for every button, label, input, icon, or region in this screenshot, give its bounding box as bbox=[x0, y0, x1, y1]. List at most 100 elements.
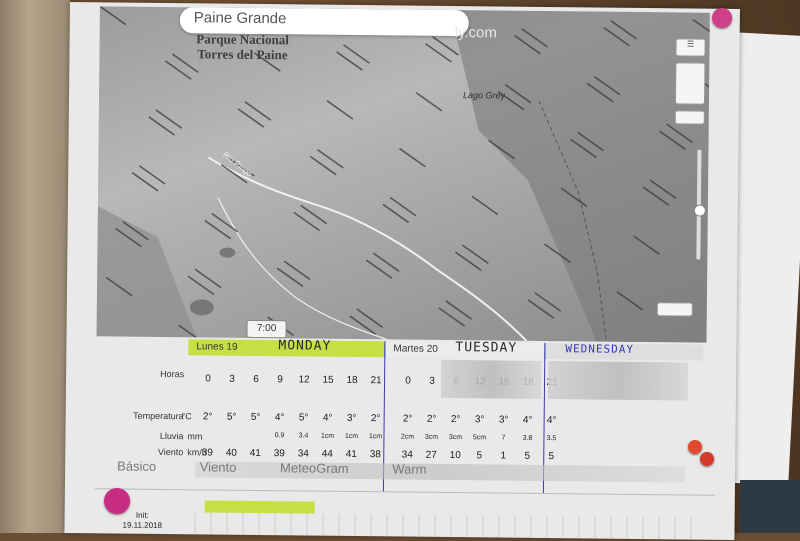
rain-cell: 3.5 bbox=[539, 435, 563, 442]
lake-label: Lago Grey bbox=[463, 90, 505, 100]
weather-map: Paine Grande ly.com Parque Nacional Torr… bbox=[97, 6, 710, 342]
grid-columns bbox=[194, 512, 694, 539]
wind-cell: 39 bbox=[267, 448, 291, 459]
layer-icon[interactable]: ☰ bbox=[675, 38, 705, 56]
hour-cell: 6 bbox=[244, 374, 268, 385]
meteogram-tab[interactable]: MeteoGram bbox=[280, 460, 349, 476]
init-date: 19.11.2018 bbox=[122, 521, 162, 531]
basic-tab[interactable]: Básico bbox=[117, 459, 156, 474]
push-pin-pink bbox=[712, 8, 732, 28]
wind-streak bbox=[327, 101, 353, 119]
wind-cell: 27 bbox=[419, 450, 443, 461]
highlight-band bbox=[205, 500, 315, 513]
dark-card bbox=[740, 480, 800, 533]
hours-label: Horas bbox=[96, 368, 184, 379]
wind-streak bbox=[100, 6, 126, 24]
wind-cell: 39 bbox=[195, 447, 219, 458]
park-label: Parque Nacional Torres del Paine bbox=[177, 31, 307, 62]
wind-cell: 5 bbox=[539, 451, 563, 462]
temperature-cell: 5° bbox=[220, 412, 244, 423]
site-brand: ly.com bbox=[455, 24, 497, 41]
day-label: Lunes 19 bbox=[196, 341, 237, 352]
wind-cell: 40 bbox=[219, 448, 243, 459]
push-pin-red bbox=[700, 452, 714, 466]
rain-cell: 3.8 bbox=[515, 435, 539, 442]
temperature-cell: 2° bbox=[420, 414, 444, 425]
wind-streak bbox=[472, 196, 498, 214]
wind-cell: 1 bbox=[491, 450, 515, 461]
rain-cell: 3.4 bbox=[291, 432, 315, 439]
temperature-cell: 5° bbox=[244, 412, 268, 423]
wind-streak bbox=[416, 93, 442, 111]
wind-cell: 41 bbox=[339, 449, 363, 460]
legend-button[interactable] bbox=[657, 302, 693, 316]
printed-forecast-sheet: Paine Grande ly.com Parque Nacional Torr… bbox=[64, 2, 740, 540]
day-label: Martes 20 bbox=[393, 343, 438, 354]
hour-cell: 0 bbox=[396, 375, 420, 386]
temperature-cell: 2° bbox=[364, 413, 388, 424]
temperature-cell: 3° bbox=[468, 414, 492, 425]
wind-tab[interactable]: Viento bbox=[200, 459, 237, 474]
hour-cell: 15 bbox=[316, 375, 340, 386]
wind-cell: 10 bbox=[443, 450, 467, 461]
rain-cell: 3cm bbox=[419, 434, 443, 441]
wind-cell: 5 bbox=[515, 451, 539, 462]
rain-cell: 1cm bbox=[315, 433, 339, 440]
blurred-weather-icons bbox=[441, 360, 541, 399]
hour-cell: 18 bbox=[340, 375, 364, 386]
rain-unit: mm bbox=[187, 431, 202, 441]
wind-cell: 34 bbox=[291, 448, 315, 459]
day-header-monday: Lunes 19 MONDAY bbox=[188, 339, 392, 357]
temperature-cell: 2° bbox=[444, 414, 468, 425]
rain-cell: 1cm bbox=[363, 433, 387, 440]
handwritten-note: WEDNESDAY bbox=[565, 341, 634, 358]
temperature-cell: 4° bbox=[540, 415, 564, 426]
rain-cell: 7 bbox=[491, 434, 515, 441]
push-pin-pink bbox=[104, 488, 130, 514]
rain-cell: 2cm bbox=[395, 433, 419, 440]
forecast-table: Lunes 19 MONDAY Martes 20 TUESDAY WEDNES… bbox=[94, 338, 716, 539]
init-info: Init: 19.11.2018 bbox=[122, 511, 162, 531]
wind-streak bbox=[399, 148, 425, 166]
hour-cell: 21 bbox=[364, 375, 388, 386]
wind-cell: 44 bbox=[315, 449, 339, 460]
wooden-frame bbox=[0, 0, 70, 533]
time-slider-knob[interactable] bbox=[694, 205, 706, 217]
temperature-cell: 3° bbox=[492, 414, 516, 425]
temperature-cell: 4° bbox=[268, 412, 292, 423]
map-controls: ☰ bbox=[633, 34, 706, 325]
wind-cell: 34 bbox=[395, 449, 419, 460]
hour-cell: 0 bbox=[196, 373, 220, 384]
rain-cell: 5cm bbox=[467, 434, 491, 441]
overlay-menu[interactable] bbox=[675, 62, 705, 104]
wind-label: Viento bbox=[95, 446, 183, 457]
hour-cell: 9 bbox=[268, 374, 292, 385]
temperature-cell: 4° bbox=[316, 413, 340, 424]
temperature-unit: °C bbox=[182, 411, 192, 421]
temperature-label: Temperatura bbox=[96, 410, 184, 421]
warm-tab[interactable]: Warm bbox=[392, 461, 426, 476]
blurred-weather-icons bbox=[548, 361, 688, 400]
push-pin-red bbox=[688, 440, 702, 454]
rain-label: Lluvia bbox=[95, 430, 183, 441]
rain-cell: 3cm bbox=[443, 434, 467, 441]
wind-cell: 41 bbox=[243, 448, 267, 459]
handwritten-note: MONDAY bbox=[278, 338, 331, 355]
time-button[interactable]: 7:00 bbox=[246, 320, 286, 338]
wind-cell: 5 bbox=[467, 450, 491, 461]
hour-cell: 3 bbox=[220, 374, 244, 385]
rain-cell: 0.9 bbox=[267, 432, 291, 439]
temperature-cell: 2° bbox=[196, 411, 220, 422]
rain-cell: 1cm bbox=[339, 433, 363, 440]
settings-button[interactable] bbox=[675, 110, 705, 124]
temperature-cell: 4° bbox=[516, 415, 540, 426]
footer-labels: Básico Viento MeteoGram Warm bbox=[117, 459, 427, 477]
day-header-tuesday: Martes 20 TUESDAY bbox=[384, 341, 553, 359]
temperature-cell: 2° bbox=[396, 413, 420, 424]
temperature-cell: 3° bbox=[340, 413, 364, 424]
day-header-wednesday: WEDNESDAY bbox=[544, 343, 703, 361]
handwritten-note: TUESDAY bbox=[455, 340, 517, 357]
init-label: Init: bbox=[123, 511, 163, 521]
wind-cell: 38 bbox=[363, 449, 387, 460]
temperature-cell: 5° bbox=[292, 412, 316, 423]
